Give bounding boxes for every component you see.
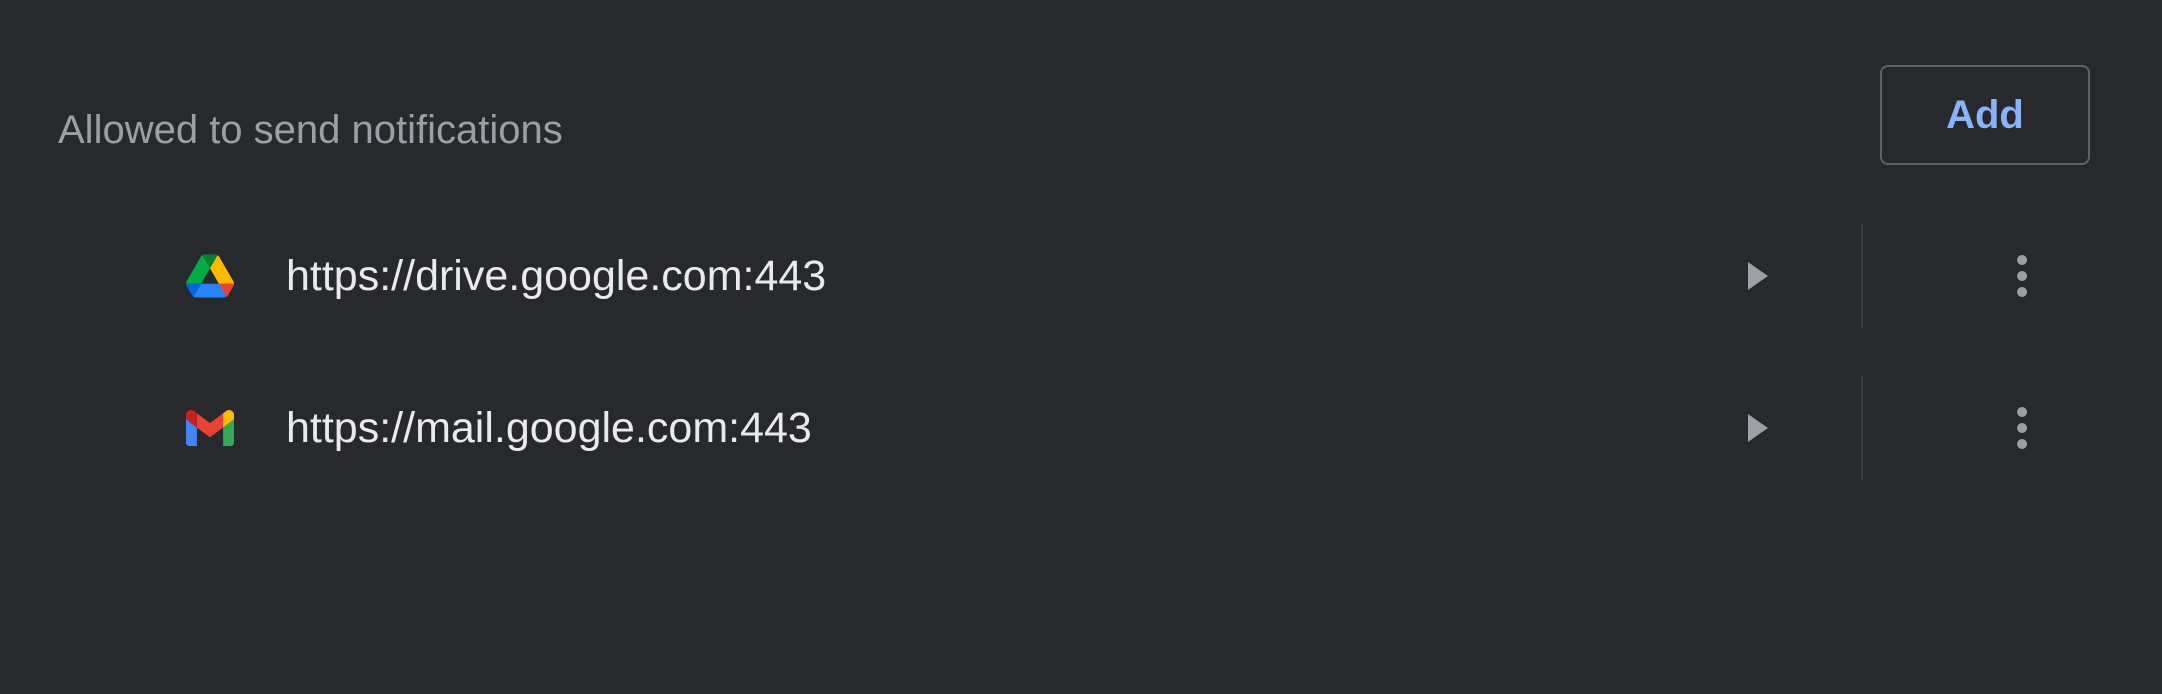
more-actions-button[interactable] [1992, 246, 2052, 306]
more-actions-button[interactable] [1992, 398, 2052, 458]
separator [1861, 376, 1863, 480]
arrow-right-icon [1748, 414, 1768, 442]
notifications-allowed-panel: Allowed to send notifications Add https:… [0, 0, 2162, 694]
more-vert-icon [2017, 407, 2027, 449]
site-url: https://mail.google.com:443 [286, 404, 812, 452]
arrow-right-icon [1748, 262, 1768, 290]
separator [1861, 224, 1863, 328]
add-button[interactable]: Add [1880, 65, 2090, 165]
more-vert-icon [2017, 255, 2027, 297]
site-entry-drive[interactable]: https://drive.google.com:443 [160, 224, 1768, 328]
site-row: https://drive.google.com:443 [0, 224, 2162, 328]
site-url: https://drive.google.com:443 [286, 252, 827, 300]
gmail-icon [186, 409, 234, 446]
google-drive-icon [186, 254, 234, 298]
site-entry-mail[interactable]: https://mail.google.com:443 [160, 376, 1768, 480]
section-title: Allowed to send notifications [58, 108, 563, 152]
site-row: https://mail.google.com:443 [0, 376, 2162, 480]
